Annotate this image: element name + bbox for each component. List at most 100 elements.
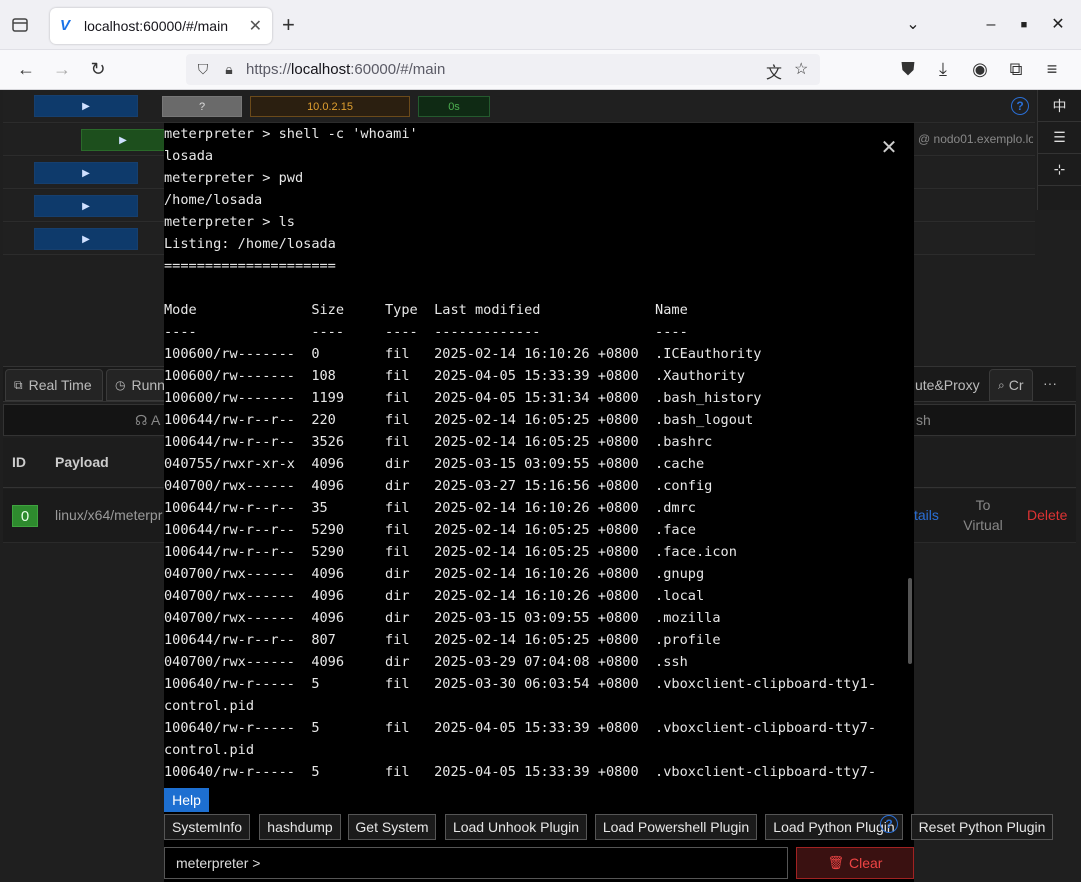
back-icon[interactable]: ←: [14, 58, 38, 80]
reload-icon[interactable]: ↻: [86, 58, 110, 80]
url-bar[interactable]: ⛉ 🔒︎ https://localhost:60000/#/main 文 ☆: [186, 54, 820, 85]
terminal-line: /home/losada: [164, 192, 263, 208]
terminal-line: 100644/rw-r--r-- 807 fil 2025-02-14 16:0…: [164, 632, 721, 648]
realtime-icon: ⧉: [14, 377, 23, 392]
terminal-line: Listing: /home/losada: [164, 236, 336, 252]
browser-tab[interactable]: V localhost:60000/#/main ✕: [50, 8, 272, 44]
terminal-line: 040700/rwx------ 4096 dir 2025-03-29 07:…: [164, 654, 688, 670]
bookmark-star-icon[interactable]: ☆: [794, 59, 808, 79]
to-virtual-button[interactable]: To Virtual: [958, 495, 1008, 535]
pocket-icon[interactable]: ⛊: [896, 58, 920, 80]
menu-icon[interactable]: ≡: [1040, 58, 1064, 80]
delete-link[interactable]: Delete: [1027, 507, 1067, 523]
translate-icon[interactable]: 文: [766, 59, 782, 83]
trash-icon: 🗑︎: [827, 855, 845, 870]
terminal-line: control.pid: [164, 698, 255, 714]
terminal-line: meterpreter > pwd: [164, 170, 304, 186]
terminal-line: 100640/rw-r----- 5 fil 2025-04-05 15:33:…: [164, 764, 877, 780]
status-pill: ?: [162, 96, 242, 117]
url-rest: :60000/#/main: [350, 61, 446, 78]
ip-badge: 10.0.2.15: [250, 96, 410, 117]
hashdump-button[interactable]: hashdump: [259, 814, 341, 840]
terminal-line: meterpreter > ls: [164, 214, 295, 230]
lock-icon[interactable]: 🔒︎: [220, 61, 238, 78]
tab-running[interactable]: ◷ Runn: [106, 369, 166, 401]
shield-icon[interactable]: ⛉: [194, 61, 212, 78]
node-label: @ nodo01.exemplo.lo: [918, 132, 1033, 146]
session-id-badge: 0: [12, 505, 38, 527]
col-id: ID: [12, 454, 26, 470]
systeminfo-button[interactable]: SystemInfo: [164, 814, 250, 840]
tab-label: Real Time: [28, 377, 92, 393]
load-powershell-plugin-button[interactable]: Load Powershell Plugin: [595, 814, 757, 840]
terminal-line: 100640/rw-r----- 5 fil 2025-04-05 15:33:…: [164, 720, 877, 736]
expand-button[interactable]: ▶: [34, 195, 138, 217]
expand-button[interactable]: ▶: [34, 162, 138, 184]
url-host: localhost: [291, 61, 351, 78]
align-left-icon[interactable]: ☰: [1038, 122, 1081, 154]
terminal-line: 100644/rw-r--r-- 220 fil 2025-02-14 16:0…: [164, 412, 754, 428]
terminal-line: Mode Size Type Last modified Name: [164, 302, 688, 318]
terminal-line: 100644/rw-r--r-- 5290 fil 2025-02-14 16:…: [164, 544, 737, 560]
load-unhook-plugin-button[interactable]: Load Unhook Plugin: [445, 814, 587, 840]
split-icon[interactable]: ⊹: [1038, 154, 1081, 186]
command-input[interactable]: meterpreter >: [164, 847, 788, 879]
tab-real-time[interactable]: ⧉ Real Time: [5, 369, 103, 401]
clock-icon: ◷: [115, 378, 126, 392]
favicon-icon: V: [60, 17, 71, 34]
terminal-line: 040700/rwx------ 4096 dir 2025-03-15 03:…: [164, 610, 721, 626]
terminal-line: 100600/rw------- 108 fil 2025-04-05 15:3…: [164, 368, 746, 384]
expand-button[interactable]: ▶: [34, 228, 138, 250]
more-tabs-icon[interactable]: ···: [1043, 375, 1057, 391]
tab-route-proxy[interactable]: ute&Proxy: [913, 369, 985, 401]
tab-title: localhost:60000/#/main: [84, 18, 228, 34]
extensions-icon[interactable]: ⧉: [1004, 58, 1028, 80]
get-system-button[interactable]: Get System: [348, 814, 436, 840]
download-icon[interactable]: ⤓: [931, 58, 955, 80]
tab-label: Cr: [1008, 377, 1024, 393]
col-payload: Payload: [55, 454, 109, 470]
new-tab-icon[interactable]: +: [282, 14, 295, 36]
terminal-output: meterpreter > shell -c 'whoami' losada met…: [164, 123, 906, 786]
expand-button[interactable]: ▶: [81, 129, 165, 151]
tab-list-icon[interactable]: [10, 15, 34, 39]
tab-overflow-chevron-icon[interactable]: ⌄: [902, 14, 924, 36]
minimize-icon[interactable]: –: [980, 14, 1002, 36]
terminal-line: losada: [164, 148, 214, 164]
tab-cr[interactable]: ⌕ Cr: [989, 369, 1033, 401]
help-question-icon[interactable]: ?: [1011, 97, 1029, 115]
terminal-line: control.pid: [164, 742, 255, 758]
forward-icon[interactable]: →: [50, 58, 74, 80]
details-link[interactable]: tails: [914, 507, 939, 523]
terminal-line: 040700/rwx------ 4096 dir 2025-02-14 16:…: [164, 588, 705, 604]
window-close-icon[interactable]: ✕: [1047, 14, 1069, 36]
clear-button[interactable]: 🗑︎ Clear: [796, 847, 914, 879]
tab-label: ute&Proxy: [915, 377, 980, 393]
filter-label-right: sh: [916, 412, 931, 428]
listener-row: ▶ ? 10.0.2.15 0s ?: [3, 90, 1035, 123]
terminal-line: 040700/rwx------ 4096 dir 2025-02-14 16:…: [164, 566, 705, 582]
help-button[interactable]: Help: [164, 788, 209, 812]
terminal-line: ---- ---- ---- ------------- ----: [164, 324, 688, 340]
account-icon[interactable]: ◉: [968, 58, 992, 80]
reset-python-plugin-button[interactable]: Reset Python Plugin: [911, 814, 1053, 840]
browser-tab-bar: V localhost:60000/#/main ✕ + ⌄ – ■ ✕: [0, 0, 1081, 50]
terminal-line: meterpreter > shell -c 'whoami': [164, 126, 418, 142]
search-icon: ⌕: [998, 377, 1005, 392]
clear-label: Clear: [849, 855, 883, 871]
question-icon[interactable]: ?: [880, 815, 898, 833]
tab-close-icon[interactable]: ✕: [249, 16, 262, 36]
terminal-scrollbar[interactable]: [908, 578, 912, 664]
browser-nav-bar: ← → ↻ ⛉ 🔒︎ https://localhost:60000/#/mai…: [0, 50, 1081, 90]
language-toggle[interactable]: 中: [1038, 90, 1081, 122]
terminal-line: 040700/rwx------ 4096 dir 2025-03-27 15:…: [164, 478, 713, 494]
terminal-line: 040755/rwxr-xr-x 4096 dir 2025-03-15 03:…: [164, 456, 705, 472]
maximize-icon[interactable]: ■: [1013, 14, 1035, 36]
headset-icon: ☊: [135, 412, 148, 428]
payload-cell: linux/x64/meterpr: [55, 507, 163, 523]
close-icon[interactable]: ✕: [878, 137, 900, 159]
terminal-line: 100644/rw-r--r-- 35 fil 2025-02-14 16:10…: [164, 500, 696, 516]
tab-label: Runn: [131, 377, 165, 393]
expand-button[interactable]: ▶: [34, 95, 138, 117]
meterpreter-terminal-modal: meterpreter > shell -c 'whoami' losada met…: [164, 123, 1053, 882]
